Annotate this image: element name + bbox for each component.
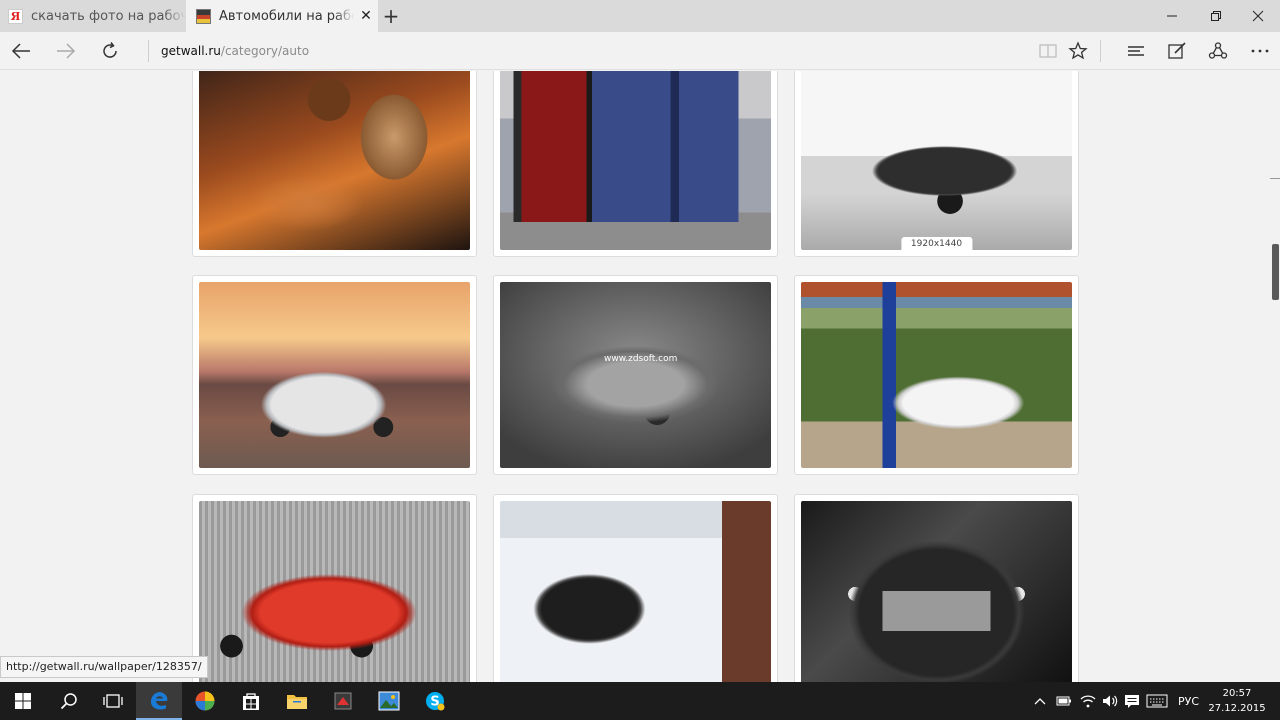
taskbar-skype[interactable]: S — [412, 682, 458, 720]
resolution-badge: 1920x1440 — [900, 237, 973, 250]
wallpaper-card[interactable]: www.zdsoft.com — [493, 275, 778, 475]
tab-strip: Я скачать фото на рабочий с Автомобили н… — [0, 0, 1280, 32]
taskbar: S РУС 20:57 27.12.2015 — [0, 682, 1280, 720]
wallpaper-thumbnail[interactable] — [801, 501, 1072, 682]
hub-button[interactable] — [1116, 32, 1156, 70]
start-button[interactable] — [0, 682, 46, 720]
page-content: 1920x1440 www.zdsoft.com — [0, 71, 1270, 682]
restore-button[interactable] — [1194, 0, 1238, 32]
wallpaper-card[interactable] — [192, 275, 477, 475]
close-window-button[interactable] — [1236, 0, 1280, 32]
hub-icon — [1128, 46, 1144, 56]
wallpaper-thumbnail[interactable]: 1920x1440 — [801, 71, 1072, 250]
star-icon — [1068, 41, 1088, 60]
url-domain: getwall.ru — [161, 44, 221, 58]
scrollbar-track-mark — [1270, 178, 1280, 179]
taskbar-app-dark[interactable] — [320, 682, 366, 720]
toolbar-separator — [1100, 40, 1101, 62]
search-button[interactable] — [46, 682, 92, 720]
refresh-button[interactable] — [90, 32, 130, 70]
more-actions-button[interactable] — [1240, 32, 1280, 70]
vertical-scrollbar[interactable] — [1270, 71, 1280, 682]
wallpaper-card[interactable] — [493, 494, 778, 682]
volume-icon[interactable] — [1102, 694, 1118, 708]
task-view-button[interactable] — [90, 682, 136, 720]
more-icon — [1251, 49, 1269, 53]
wallpaper-thumbnail[interactable] — [199, 501, 470, 682]
close-icon — [1252, 10, 1264, 22]
scrollbar-thumb[interactable] — [1272, 244, 1279, 300]
wifi-icon[interactable] — [1080, 694, 1096, 708]
clock[interactable]: 20:57 27.12.2015 — [1206, 686, 1268, 716]
status-url-tooltip: http://getwall.ru/wallpaper/128357/ — [0, 656, 208, 678]
tab-title: скачать фото на рабочий с — [31, 8, 186, 24]
folder-icon — [287, 695, 307, 709]
taskbar-photos[interactable] — [366, 682, 412, 720]
minimize-button[interactable] — [1150, 0, 1194, 32]
language-indicator[interactable]: РУС — [1178, 695, 1199, 708]
close-tab-icon[interactable]: ✕ — [354, 8, 378, 24]
wallpaper-thumbnail[interactable] — [199, 282, 470, 468]
notification-icon[interactable] — [1124, 694, 1140, 708]
new-tab-button[interactable]: + — [378, 0, 404, 32]
share-button[interactable] — [1198, 32, 1238, 70]
taskbar-app[interactable] — [182, 682, 228, 720]
taskbar-store[interactable] — [228, 682, 274, 720]
search-icon — [60, 693, 77, 710]
reading-view-icon — [1039, 44, 1057, 58]
tab-title: Автомобили на рабочи — [219, 8, 354, 24]
back-button[interactable] — [1, 32, 41, 70]
wallpaper-thumbnail[interactable]: www.zdsoft.com — [500, 282, 771, 468]
store-icon — [243, 693, 259, 710]
chevron-up-icon[interactable] — [1034, 695, 1046, 707]
web-note-button[interactable] — [1157, 32, 1197, 70]
address-bar[interactable]: getwall.ru/category/auto — [148, 40, 1028, 62]
media-app-icon — [334, 692, 352, 710]
yandex-icon: Я — [8, 8, 23, 24]
wallpaper-card[interactable] — [493, 71, 778, 257]
colorful-app-icon — [195, 691, 215, 711]
wallpaper-card[interactable] — [192, 494, 477, 682]
wallpaper-card[interactable] — [794, 275, 1079, 475]
navigation-bar: getwall.ru/category/auto — [0, 32, 1280, 70]
site-icon — [196, 8, 211, 24]
windows-logo-icon — [15, 693, 31, 709]
wallpaper-card[interactable]: 1920x1440 — [794, 71, 1079, 257]
battery-icon[interactable] — [1056, 695, 1072, 707]
favorite-button[interactable] — [1058, 32, 1098, 70]
wallpaper-thumbnail[interactable] — [500, 501, 771, 682]
taskbar-edge[interactable] — [136, 682, 182, 720]
system-tray: РУС — [1034, 682, 1199, 720]
share-icon — [1208, 42, 1228, 59]
forward-arrow-icon — [57, 43, 76, 59]
wallpaper-thumbnail[interactable] — [801, 282, 1072, 468]
taskbar-file-explorer[interactable] — [274, 682, 320, 720]
minimize-icon — [1167, 15, 1177, 17]
wallpaper-card[interactable] — [192, 71, 477, 257]
wallpaper-thumbnail[interactable] — [199, 71, 470, 250]
wallpaper-card[interactable] — [794, 494, 1079, 682]
tab-yandex-search[interactable]: Я скачать фото на рабочий с — [0, 0, 186, 32]
clock-date: 27.12.2015 — [1208, 703, 1266, 714]
refresh-icon — [103, 42, 117, 58]
photos-icon — [378, 691, 400, 711]
wallpaper-thumbnail[interactable] — [500, 71, 771, 250]
tab-getwall-auto[interactable]: Автомобили на рабочи ✕ — [186, 0, 378, 32]
restore-icon — [1211, 11, 1221, 21]
back-arrow-icon — [11, 43, 30, 59]
forward-button[interactable] — [46, 32, 86, 70]
keyboard-icon[interactable] — [1146, 694, 1168, 708]
web-note-icon — [1168, 42, 1186, 59]
url-path: /category/auto — [220, 44, 310, 58]
skype-icon: S — [426, 692, 445, 711]
clock-time: 20:57 — [1222, 688, 1252, 699]
task-view-icon — [103, 694, 123, 708]
edge-browser-icon — [151, 692, 168, 710]
watermark-text: www.zdsoft.com — [604, 354, 678, 364]
